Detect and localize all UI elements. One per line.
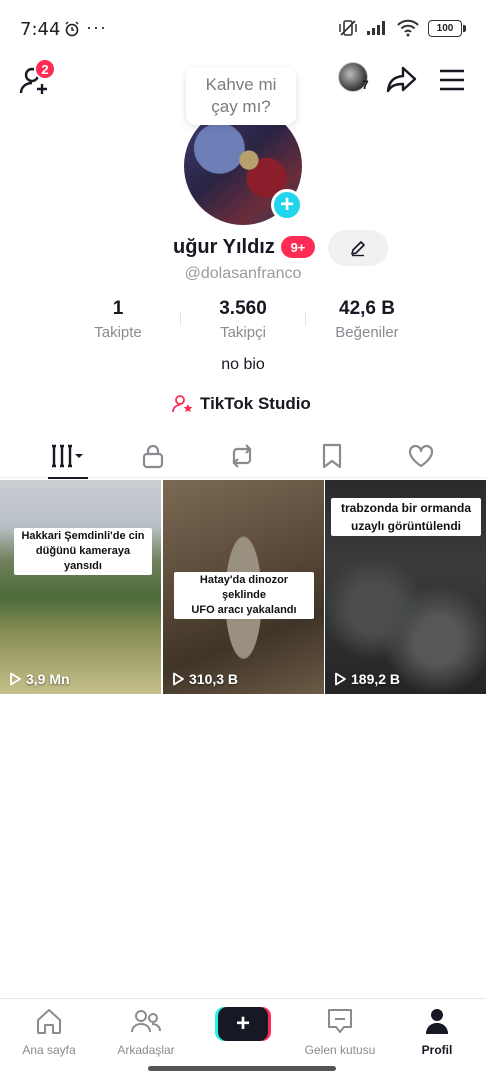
stat-likes[interactable]: 42,6 B Beğeniler (316, 298, 418, 341)
video-caption-line2: UFO aracı yakalandı (191, 604, 297, 616)
profile-stats: 1 Takipte 3.560 Takipçi 42,6 B Beğeniler (0, 298, 486, 348)
video-caption-line1: Hakkari Şemdinli'de cin (21, 530, 145, 542)
lock-icon (142, 444, 164, 469)
nav-profile[interactable]: Profil (392, 1007, 482, 1057)
stat-following-value: 1 (112, 298, 124, 319)
video-views-count: 310,3 B (189, 671, 239, 687)
nav-home[interactable]: Ana sayfa (4, 1007, 94, 1057)
home-indicator[interactable] (148, 1066, 336, 1071)
status-time: 7:44 (20, 19, 61, 40)
tab-reposts[interactable] (212, 434, 272, 478)
videos-grid-icon (52, 444, 83, 468)
friends-icon (131, 1010, 161, 1033)
stories-count: 7 (362, 78, 369, 92)
stat-followers[interactable]: 3.560 Takipçi (192, 298, 294, 341)
tiktok-studio-label: TikTok Studio (200, 394, 311, 413)
nav-inbox-label: Gelen kutusu (304, 1043, 376, 1057)
video-caption-line1: trabzonda bir ormanda (340, 501, 471, 515)
studio-user-star-icon (172, 395, 193, 413)
video-caption: Hatay'da dinozor şeklinde UFO aracı yaka… (174, 572, 314, 619)
home-icon (37, 1009, 61, 1034)
display-name: uğur Yıldız (173, 236, 275, 258)
video-grid: Hakkari Şemdinli'de cin düğünü kameraya … (0, 480, 486, 694)
add-avatar-plus-icon[interactable]: + (271, 189, 303, 221)
alarm-icon (65, 21, 79, 37)
menu-icon[interactable] (436, 64, 468, 96)
video-caption-line2: uzaylı görüntülendi (351, 519, 461, 533)
heart-icon (408, 444, 434, 468)
bio-text[interactable]: no bio (0, 356, 486, 374)
edit-profile-button[interactable] (328, 230, 388, 266)
nav-profile-label: Profil (421, 1043, 453, 1057)
tab-private[interactable] (123, 434, 183, 478)
video-caption-line1: Hatay'da dinozor şeklinde (199, 574, 289, 601)
username-handle: @dolasanfranco (184, 265, 302, 282)
stat-followers-label: Takipçi (220, 324, 266, 341)
stat-divider (180, 312, 181, 326)
play-icon (10, 672, 21, 686)
name-row: uğur Yıldız 9+ (0, 230, 486, 266)
video-thumbnail[interactable]: trabzonda bir ormanda uzaylı görüntülend… (325, 480, 486, 694)
pencil-icon (351, 241, 365, 257)
video-views: 189,2 B (333, 671, 400, 687)
video-caption: Hakkari Şemdinli'de cin düğünü kameraya … (14, 528, 152, 575)
wifi-icon (397, 19, 419, 37)
tab-liked[interactable] (391, 434, 451, 478)
note-bubble-line1: Kahve mi (205, 75, 277, 94)
signal-icon (367, 21, 385, 35)
nav-friends[interactable]: Arkadaşlar (101, 1007, 191, 1057)
tab-videos[interactable] (38, 434, 98, 479)
inbox-icon (328, 1009, 352, 1033)
note-bubble[interactable]: Kahve mi çay mı? (186, 67, 296, 125)
stat-following-label: Takipte (94, 324, 142, 341)
stat-likes-label: Beğeniler (335, 324, 399, 341)
name-badge[interactable]: 9+ (281, 236, 315, 258)
stat-likes-value: 42,6 B (339, 298, 395, 319)
video-views: 310,3 B (171, 671, 238, 687)
tab-saved[interactable] (302, 434, 362, 478)
status-bar: 7:44 ··· 100 (0, 0, 486, 56)
video-thumbnail[interactable]: Hatay'da dinozor şeklinde UFO aracı yaka… (163, 480, 324, 694)
stat-followers-value: 3.560 (219, 298, 267, 319)
friend-requests-badge: 2 (34, 58, 56, 80)
stat-following[interactable]: 1 Takipte (68, 298, 168, 341)
nav-home-label: Ana sayfa (22, 1043, 76, 1057)
nav-inbox[interactable]: Gelen kutusu (295, 1007, 385, 1057)
note-bubble-line2: çay mı? (211, 97, 271, 116)
create-button[interactable]: + (215, 1007, 271, 1041)
play-icon (335, 672, 346, 686)
video-caption: trabzonda bir ormanda uzaylı görüntülend… (331, 498, 481, 536)
bookmark-icon (322, 443, 342, 469)
video-caption-line2: düğünü kameraya yansıdı (35, 545, 131, 572)
more-notifications-icon: ··· (86, 17, 107, 37)
repost-icon (232, 444, 252, 468)
profile-icon (426, 1009, 448, 1034)
content-tabs (0, 434, 486, 479)
mute-vibrate-icon (339, 20, 357, 36)
video-thumbnail[interactable]: Hakkari Şemdinli'de cin düğünü kameraya … (0, 480, 161, 694)
nav-friends-label: Arkadaşlar (117, 1043, 175, 1057)
tiktok-studio-link[interactable]: TikTok Studio (172, 394, 311, 414)
stat-divider (305, 312, 306, 326)
video-views-count: 189,2 B (351, 671, 401, 687)
share-icon[interactable] (384, 62, 418, 96)
video-views: 3,9 Mn (8, 671, 70, 687)
play-icon (173, 672, 184, 686)
plus-icon: + (218, 1007, 268, 1041)
video-views-count: 3,9 Mn (26, 671, 70, 687)
battery-icon: 100 (428, 19, 466, 37)
